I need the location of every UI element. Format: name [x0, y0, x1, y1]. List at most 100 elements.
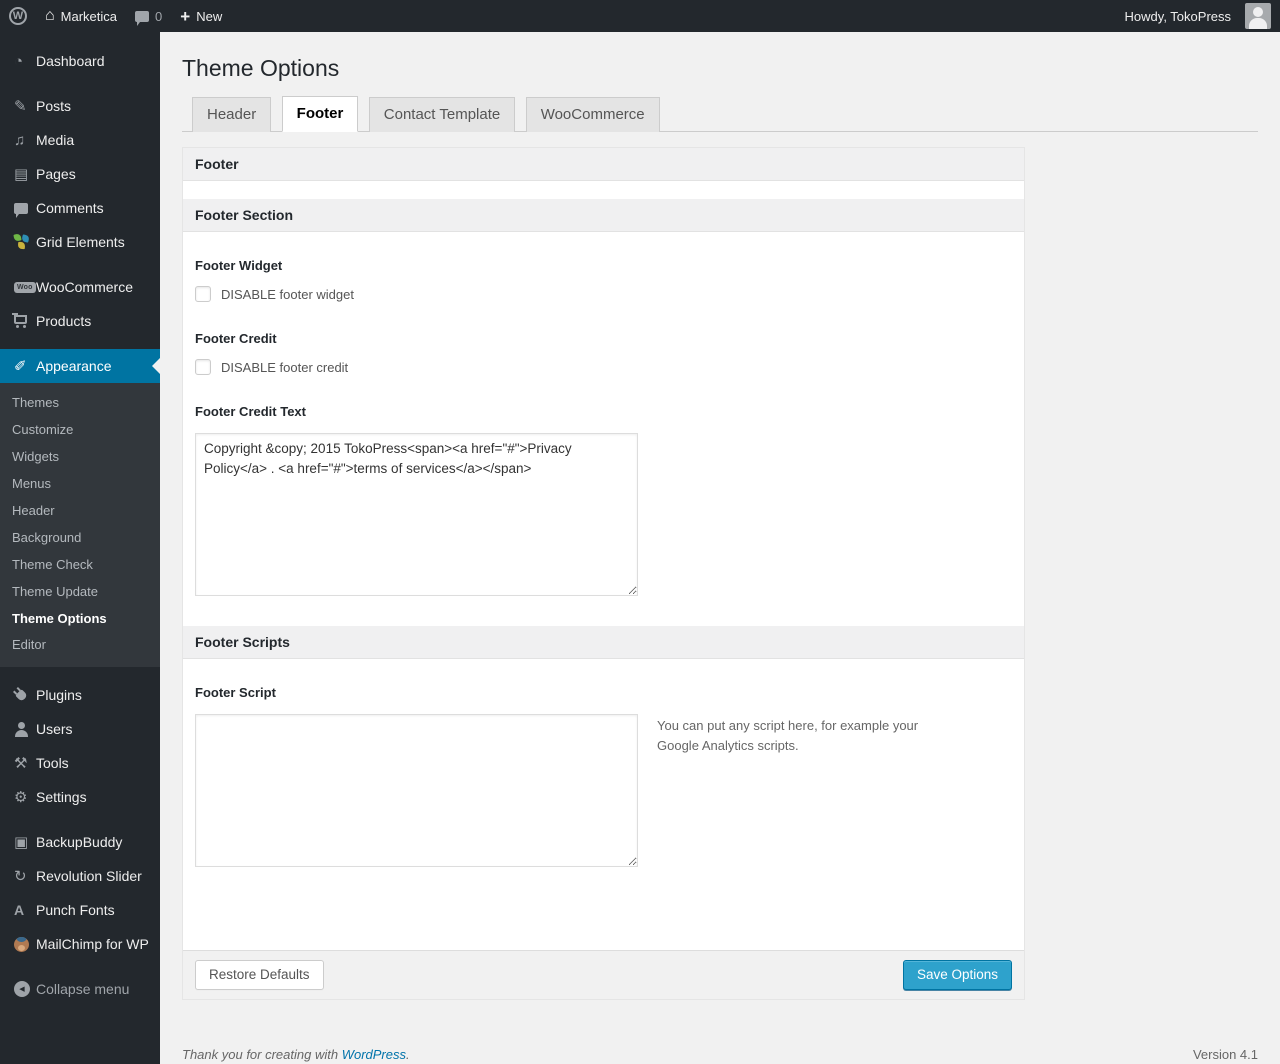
sidebar-item-label: Pages [36, 166, 76, 182]
submenu-item-customize[interactable]: Customize [0, 417, 160, 444]
settings-sliders-icon: ⚙ [14, 789, 28, 807]
tab-header[interactable]: Header [192, 97, 272, 132]
submenu-item-editor[interactable]: Editor [0, 632, 160, 659]
comments-bubble-icon [135, 10, 150, 26]
sidebar-item-label: Settings [36, 789, 87, 806]
wordpress-link[interactable]: WordPress [342, 1047, 406, 1062]
sidebar-item-tools[interactable]: ⚒ Tools [0, 746, 160, 780]
group-header-footer: Footer [183, 148, 1024, 181]
disable-footer-credit-text: DISABLE footer credit [221, 359, 349, 375]
grid-elements-icon [13, 233, 36, 251]
pages-icon: ▤ [14, 166, 29, 183]
sidebar-item-label: Products [36, 313, 92, 329]
admin-sidebar: ◔ Dashboard ✎ Posts ♫ Media ▤ Pages Comm… [0, 32, 160, 1064]
plug-icon [14, 689, 36, 702]
sidebar-item-pages[interactable]: ▤ Pages [0, 157, 160, 191]
woocommerce-icon: Woo [14, 281, 36, 293]
footer-thanks: Thank you for creating with WordPress. [182, 1047, 410, 1062]
footer-script-label: Footer Script [195, 685, 276, 700]
sidebar-item-appearance[interactable]: ✐ Appearance [0, 349, 160, 383]
sidebar-item-label: Plugins [36, 687, 82, 704]
sidebar-item-label: Comments [36, 200, 104, 216]
sidebar-item-label: Tools [36, 755, 69, 772]
sidebar-item-label: Punch Fonts [36, 902, 115, 919]
refresh-arrows-icon: ↻ [14, 868, 27, 886]
sidebar-item-plugins[interactable]: Plugins [0, 678, 160, 712]
collapse-menu-button[interactable]: ◀ Collapse menu [0, 972, 160, 1006]
sidebar-item-woocommerce[interactable]: Woo WooCommerce [0, 270, 160, 304]
home-icon: ⌂ [45, 7, 55, 24]
sidebar-item-label: Users [36, 721, 73, 738]
tab-contact-template[interactable]: Contact Template [368, 97, 516, 132]
tab-footer[interactable]: Footer [281, 96, 359, 132]
sidebar-item-label: Grid Elements [36, 234, 125, 250]
sidebar-item-backupbuddy[interactable]: ▣ BackupBuddy [0, 825, 160, 859]
disable-footer-widget-checkbox[interactable] [195, 286, 211, 302]
theme-options-panel: Footer Footer Section Footer Widget DISA… [182, 147, 1025, 1000]
sidebar-item-label: Dashboard [36, 53, 105, 69]
sidebar-item-users[interactable]: Users [0, 712, 160, 746]
page-title: Theme Options [182, 55, 340, 81]
collapse-arrow-icon: ◀ [14, 981, 36, 998]
disable-footer-credit-checkbox[interactable] [195, 359, 211, 375]
submenu-item-menus[interactable]: Menus [0, 471, 160, 498]
admin-bar: W ⌂ Marketica 0 + New Howdy, TokoPress [0, 0, 1280, 32]
sidebar-item-label: Revolution Slider [36, 868, 142, 885]
site-name-link[interactable]: ⌂ Marketica [36, 0, 126, 32]
tab-bar: Header Footer Contact Template WooCommer… [182, 96, 1258, 132]
site-name: Marketica [60, 8, 118, 24]
section-header-footer-section: Footer Section [183, 199, 1024, 232]
sidebar-item-label: BackupBuddy [36, 834, 123, 851]
comments-icon [14, 202, 36, 218]
sidebar-item-posts[interactable]: ✎ Posts [0, 89, 160, 123]
footer-widget-label: Footer Widget [195, 258, 283, 273]
restore-defaults-button[interactable]: Restore Defaults [195, 960, 324, 990]
sidebar-item-label: WooCommerce [36, 279, 133, 295]
sidebar-item-label: MailChimp for WP [36, 936, 149, 953]
version-text: Version 4.1 [1192, 1046, 1258, 1062]
sidebar-item-comments[interactable]: Comments [0, 191, 160, 225]
sidebar-item-punch-fonts[interactable]: A Punch Fonts [0, 893, 160, 927]
footer-credit-text-textarea[interactable]: Copyright &copy; 2015 TokoPress<span><a … [195, 433, 638, 596]
main-content: Theme Options Header Footer Contact Temp… [160, 0, 1280, 1064]
letter-a-icon: A [14, 902, 25, 919]
submenu-item-theme-update[interactable]: Theme Update [0, 579, 160, 606]
footer-section-fields: Footer Widget DISABLE footer widget Foot… [183, 232, 1024, 626]
cart-icon [12, 313, 36, 328]
sidebar-item-settings[interactable]: ⚙ Settings [0, 780, 160, 814]
sidebar-item-mailchimp[interactable]: MailChimp for WP [0, 927, 160, 961]
collapse-menu-label: Collapse menu [36, 981, 130, 998]
submenu-item-background[interactable]: Background [0, 525, 160, 552]
footer-script-textarea[interactable] [195, 714, 638, 867]
person-icon [14, 721, 36, 737]
comments-count: 0 [155, 8, 163, 24]
wordpress-menu[interactable]: W [0, 0, 36, 32]
brush-icon: ✐ [14, 358, 27, 375]
my-account-menu[interactable]: Howdy, TokoPress [1116, 0, 1280, 32]
tab-woocommerce[interactable]: WooCommerce [525, 97, 660, 132]
save-options-button[interactable]: Save Options [902, 960, 1012, 990]
mailchimp-monkey-icon [14, 936, 36, 952]
appearance-submenu: Themes Customize Widgets Menus Header Ba… [0, 383, 160, 668]
howdy-text: Howdy, TokoPress [1124, 8, 1231, 24]
comments-menu[interactable]: 0 [126, 0, 171, 32]
sidebar-item-label: Appearance [36, 358, 112, 374]
sidebar-item-media[interactable]: ♫ Media [0, 123, 160, 157]
sidebar-item-dashboard[interactable]: ◔ Dashboard [0, 44, 160, 78]
new-content-menu[interactable]: + New [171, 0, 231, 32]
submenu-item-widgets[interactable]: Widgets [0, 444, 160, 471]
sidebar-item-revolution-slider[interactable]: ↻ Revolution Slider [0, 859, 160, 893]
section-header-footer-scripts: Footer Scripts [183, 626, 1024, 659]
submenu-item-theme-options[interactable]: Theme Options [0, 606, 160, 633]
sidebar-item-label: Posts [36, 98, 72, 114]
thanks-prefix: Thank you for creating with [182, 1046, 342, 1062]
submenu-item-theme-check[interactable]: Theme Check [0, 552, 160, 579]
media-icon: ♫ [14, 131, 26, 149]
submenu-item-header[interactable]: Header [0, 498, 160, 525]
sidebar-item-grid-elements[interactable]: Grid Elements [0, 225, 160, 259]
disable-footer-widget-text: DISABLE footer widget [221, 286, 354, 302]
sidebar-item-products[interactable]: Products [0, 304, 160, 338]
submenu-item-themes[interactable]: Themes [0, 390, 160, 417]
footer-script-description: You can put any script here, for example… [657, 718, 919, 753]
wrench-icon: ⚒ [14, 755, 28, 773]
